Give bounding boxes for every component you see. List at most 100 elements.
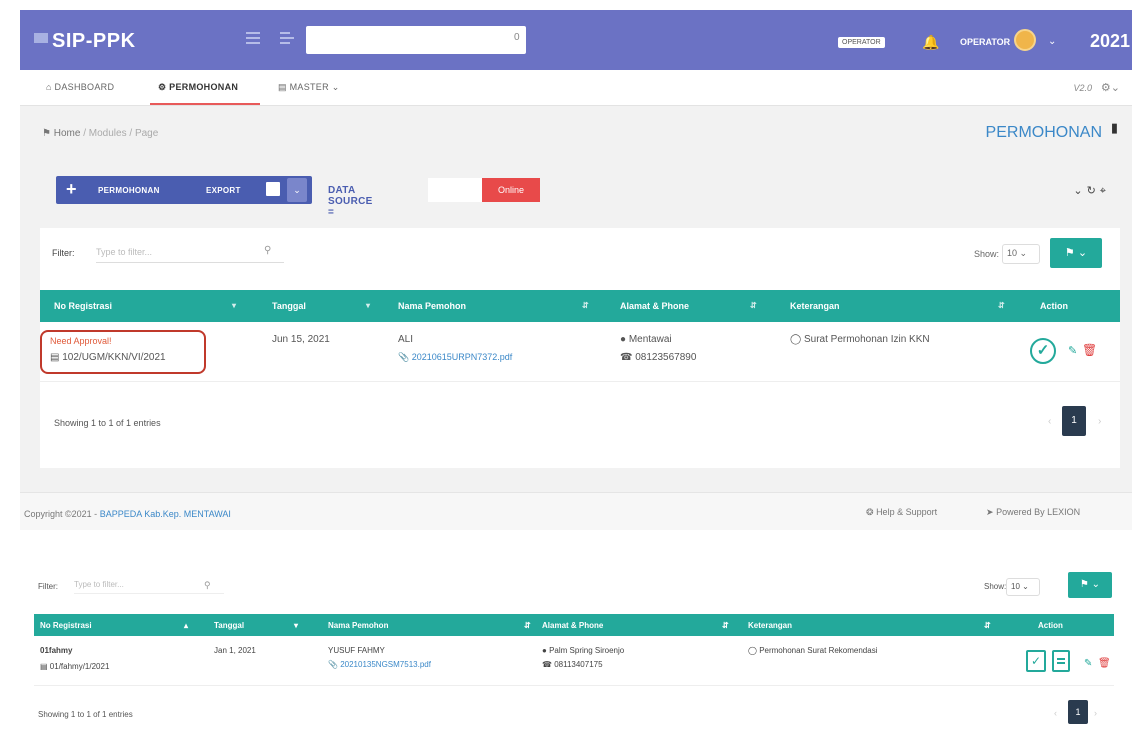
breadcrumb-home[interactable]: Home [54, 128, 81, 139]
save-icon[interactable] [266, 182, 280, 196]
nav-label: MASTER [289, 82, 329, 92]
location-icon: ● [542, 646, 547, 655]
filter-input[interactable]: Type to filter... [96, 243, 284, 263]
th-keterangan[interactable]: Keterangan [790, 301, 840, 311]
org-link[interactable]: BAPPEDA Kab.Kep. MENTAWAI [100, 509, 231, 519]
sort-icon[interactable]: ⇵ [984, 621, 991, 630]
chevron-down-icon[interactable]: ⌄ [287, 178, 307, 202]
chevron-down-icon[interactable]: ⌄ [1048, 36, 1056, 47]
phone-cell: ☎ 08123567890 [620, 352, 696, 363]
edit-icon[interactable]: ✎ [1084, 658, 1092, 669]
applicant-name: ALI [398, 334, 414, 345]
sort-icon[interactable]: ⇵ [750, 301, 757, 310]
settings-icon[interactable]: ⚙⌄ [1101, 81, 1120, 94]
th-nama-pemohon[interactable]: Nama Pemohon [398, 301, 466, 311]
pagination-prev[interactable]: ‹ [1048, 416, 1051, 427]
file-name: 20210135NGSM7513.pdf [340, 660, 431, 669]
page-size-select[interactable]: 10 ⌄ [1006, 578, 1040, 596]
file-name: 20210615URPN7372.pdf [411, 352, 513, 362]
user-name[interactable]: OPERATOR [960, 37, 1010, 47]
breadcrumb-modules[interactable]: Modules [89, 128, 127, 139]
date-cell: Jun 15, 2021 [272, 334, 330, 345]
nav-item-dashboard[interactable]: ⌂ DASHBOARD [46, 82, 114, 92]
file-link[interactable]: 📎 20210615URPN7372.pdf [398, 352, 512, 363]
sort-icon[interactable]: ⇵ [998, 301, 1005, 310]
approve-icon[interactable]: ✓ [1030, 338, 1056, 364]
sort-icon[interactable]: ▾ [366, 301, 370, 310]
tag-button[interactable]: ⚑ ⌄ [1068, 572, 1112, 598]
bell-icon[interactable]: 🔔 [922, 34, 939, 51]
th-alamat-phone[interactable]: Alamat & Phone [542, 621, 603, 630]
filter-label: Filter: [38, 582, 58, 591]
search-input[interactable] [306, 26, 526, 54]
chevron-down-icon[interactable]: ⌄ [1073, 185, 1086, 197]
footer: Copyright ©2021 - BAPPEDA Kab.Kep. MENTA… [20, 492, 1132, 530]
paperclip-icon: 📎 [328, 660, 338, 669]
fullscreen-icon[interactable]: ⌖ [1100, 185, 1110, 197]
note-text: Permohonan Surat Rekomendasi [759, 646, 878, 655]
menu-icon[interactable] [246, 32, 260, 44]
export-button[interactable]: EXPORT [206, 186, 241, 195]
checklist-icon[interactable]: ✓ [1026, 650, 1046, 672]
data-source-input[interactable] [428, 178, 482, 202]
table-row: 01fahmy ▤ 01/fahmy/1/2021 Jan 1, 2021 YU… [34, 636, 1114, 686]
address-text: Palm Spring Siroenjo [549, 646, 625, 655]
page-size-select[interactable]: 10 ⌄ [1002, 244, 1040, 264]
th-alamat-phone[interactable]: Alamat & Phone [620, 301, 689, 311]
sort-icon[interactable]: ▴ [184, 621, 188, 630]
pagination-current[interactable]: 1 [1068, 700, 1088, 724]
pagination-next[interactable]: › [1098, 416, 1101, 427]
search-icon: ⚲ [264, 245, 272, 256]
sort-icon[interactable]: ⇵ [722, 621, 729, 630]
filter-label: Filter: [52, 248, 75, 258]
powered-by: ➤ Powered By LEXION [986, 507, 1080, 518]
th-tanggal[interactable]: Tanggal [272, 301, 306, 311]
nav-label: DASHBOARD [54, 82, 115, 92]
app-logo[interactable]: SIP-PPK [34, 30, 136, 53]
th-no-registrasi[interactable]: No Registrasi [40, 621, 92, 630]
table-row: Need Approval! ▤ 102/UGM/KKN/VI/2021 Jun… [40, 322, 1120, 382]
version-label: V2.0 [1073, 83, 1092, 93]
plus-icon[interactable]: + [66, 179, 77, 200]
delete-icon[interactable]: 🗑 [1098, 658, 1111, 669]
app-window: SIP-PPK 0 OPERATOR 🔔 OPERATOR ⌄ 2021 ⌂ D… [20, 10, 1132, 530]
page-size-value: 10 [1007, 248, 1018, 258]
list-icon[interactable] [280, 32, 294, 44]
bookmark-icon[interactable]: ▮ [1111, 120, 1118, 136]
th-nama-pemohon[interactable]: Nama Pemohon [328, 621, 388, 630]
pagination-prev[interactable]: ‹ [1054, 708, 1057, 718]
phone-text: 08113407175 [554, 660, 603, 669]
online-button[interactable]: Online [482, 178, 540, 202]
help-link[interactable]: ❂ Help & Support [866, 507, 937, 518]
note-cell: ◯ Surat Permohonan Izin KKN [790, 334, 930, 345]
file-link[interactable]: 📎 20210135NGSM7513.pdf [328, 660, 431, 669]
app-title: SIP-PPK [52, 30, 136, 52]
note-cell: ◯ Permohonan Surat Rekomendasi [748, 646, 877, 655]
pagination-next[interactable]: › [1094, 708, 1097, 718]
sort-icon[interactable]: ⇵ [582, 301, 589, 310]
th-action: Action [1040, 301, 1068, 311]
nav-item-master[interactable]: ▤ MASTER ⌄ [278, 82, 340, 93]
tag-icon: ⚑ [1064, 247, 1075, 259]
filter-input[interactable]: Type to filter... [74, 580, 224, 594]
edit-icon[interactable]: ✎ [1068, 344, 1077, 357]
page-size-value: 10 [1011, 582, 1020, 591]
nav-item-permohonan[interactable]: ⚙ PERMOHONAN [158, 82, 238, 93]
th-keterangan[interactable]: Keterangan [748, 621, 792, 630]
operator-badge: OPERATOR [838, 37, 885, 48]
th-no-registrasi[interactable]: No Registrasi [54, 301, 112, 311]
clipboard-icon[interactable] [1052, 650, 1070, 672]
second-table-panel: Filter: Type to filter... ⚲ Show: 10 ⌄ ⚑… [34, 562, 1114, 730]
panel-tools[interactable]: ⌄↻⌖ [1073, 184, 1110, 198]
sort-icon[interactable]: ⇵ [524, 621, 531, 630]
tag-button[interactable]: ⚑ ⌄ [1050, 238, 1102, 268]
th-tanggal[interactable]: Tanggal [214, 621, 244, 630]
avatar[interactable] [1014, 29, 1036, 51]
sort-icon[interactable]: ▾ [294, 621, 298, 630]
add-permohonan-button[interactable]: PERMOHONAN [98, 186, 160, 195]
refresh-icon[interactable]: ↻ [1087, 185, 1100, 197]
sort-icon[interactable]: ▾ [232, 301, 236, 310]
table-header: No Registrasi ▴ Tanggal ▾ Nama Pemohon ⇵… [34, 614, 1114, 636]
pagination-current[interactable]: 1 [1062, 406, 1086, 436]
delete-icon[interactable]: 🗑 [1082, 343, 1097, 357]
